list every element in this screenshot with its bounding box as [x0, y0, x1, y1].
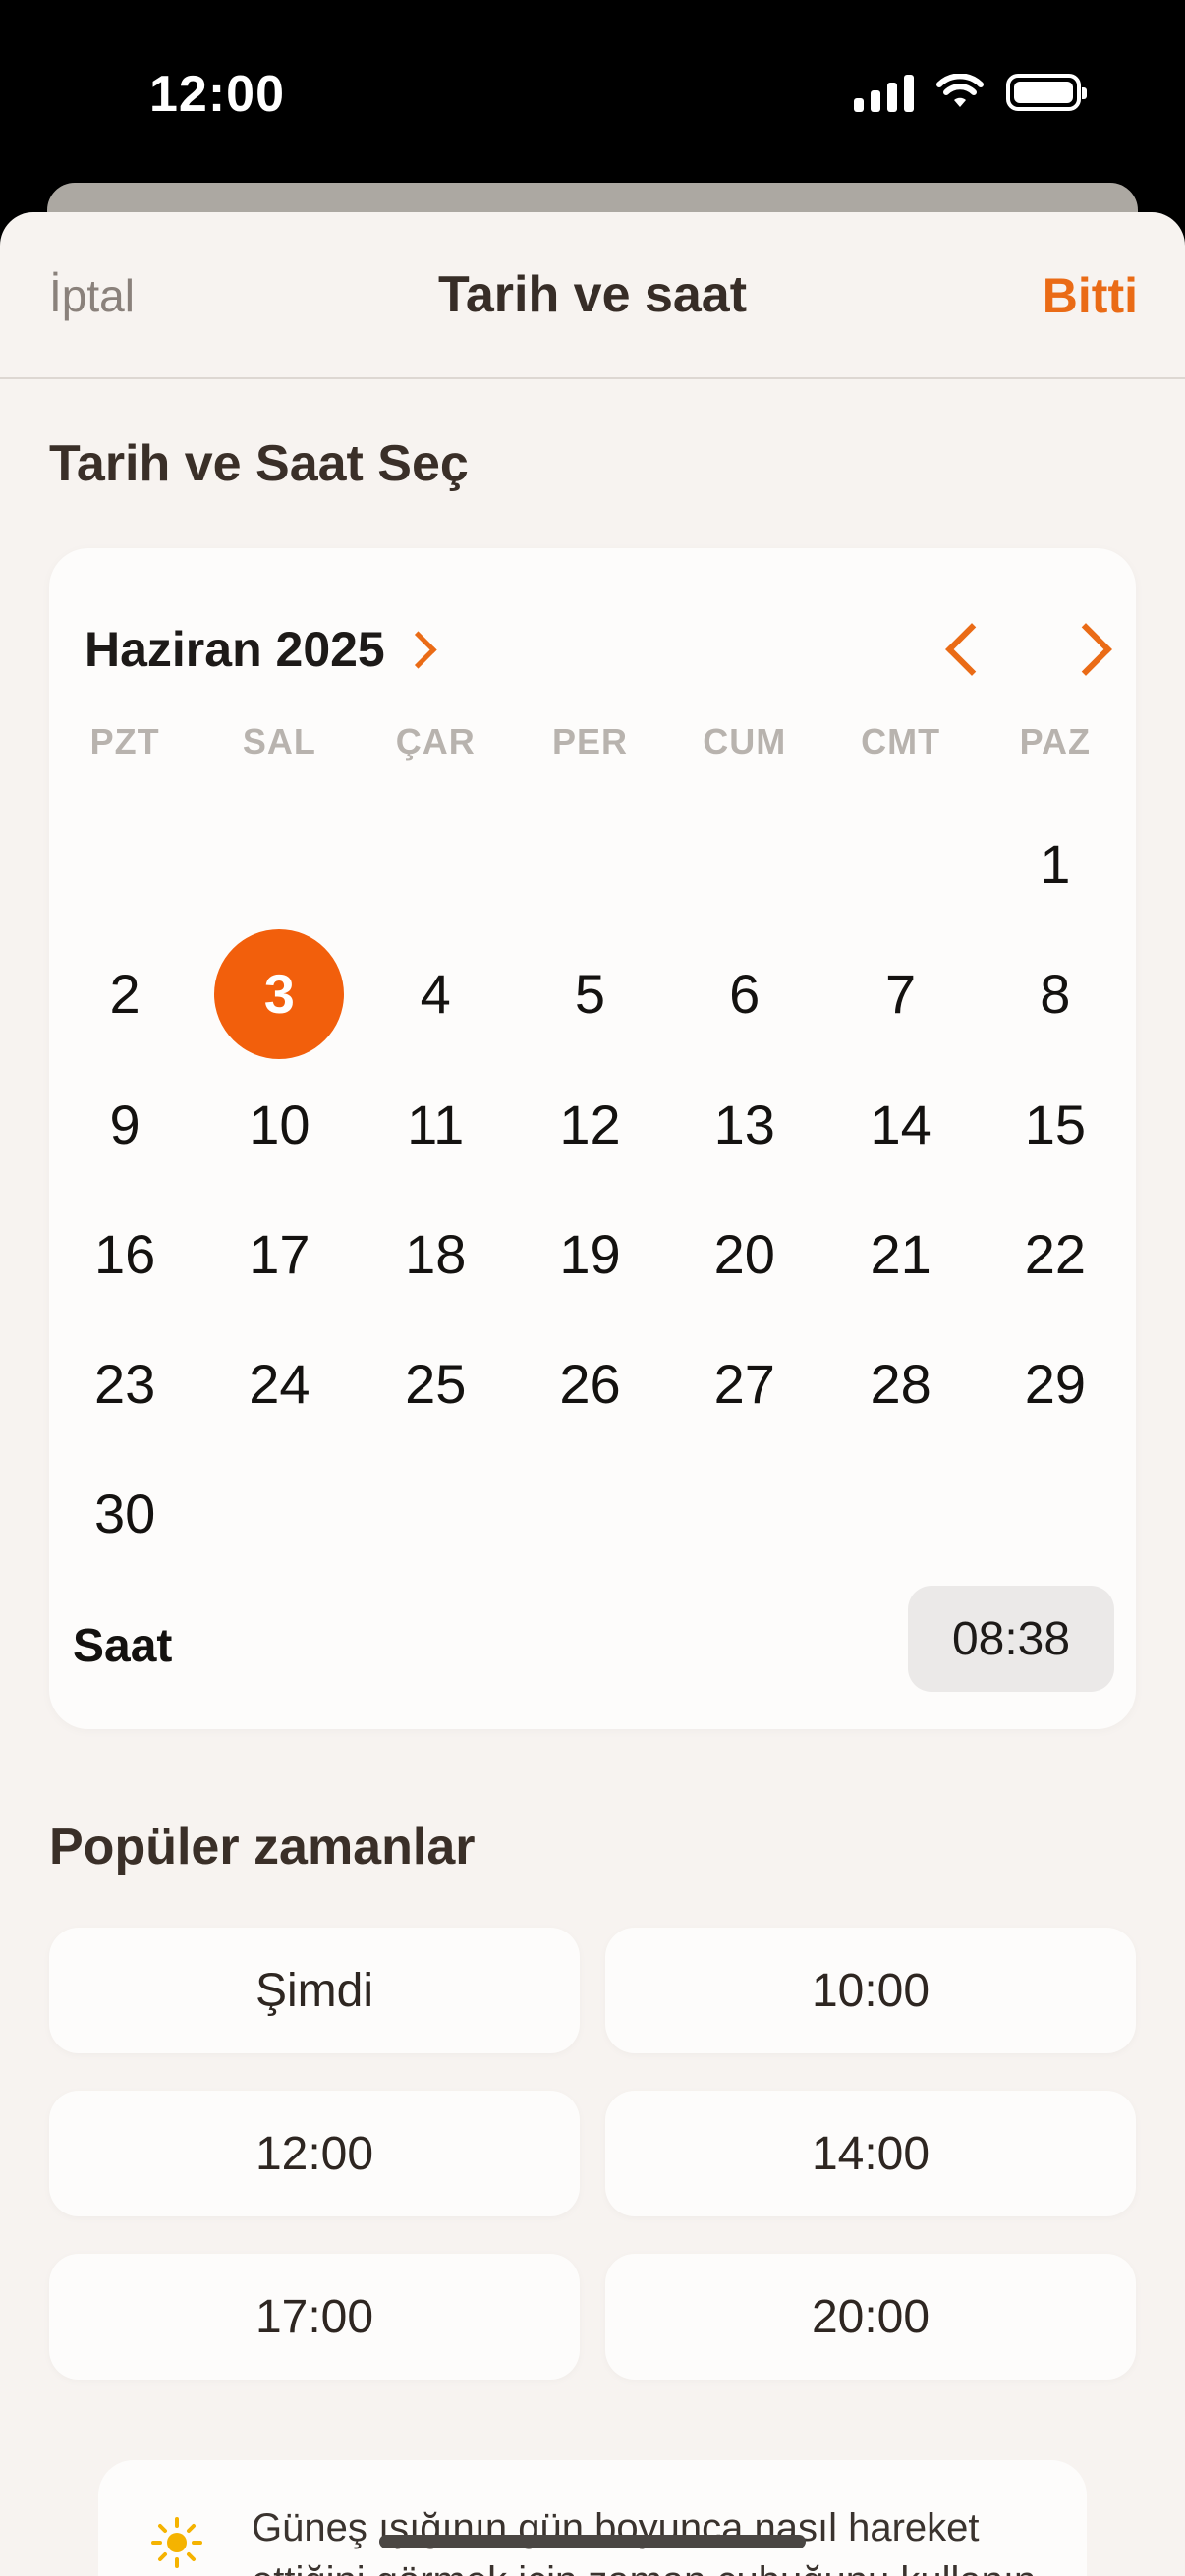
calendar-day[interactable]: 25 [370, 1318, 500, 1448]
calendar-day[interactable]: 10 [214, 1059, 344, 1189]
popular-time-button[interactable]: 14:00 [605, 2091, 1136, 2216]
calendar-day[interactable]: 22 [990, 1189, 1120, 1318]
calendar-day[interactable]: 18 [370, 1189, 500, 1318]
calendar-day[interactable]: 24 [214, 1318, 344, 1448]
selected-day[interactable]: 3 [214, 928, 345, 1059]
status-time: 12:00 [149, 66, 285, 123]
status-icons [854, 73, 1087, 112]
calendar-day[interactable]: 14 [836, 1059, 966, 1189]
calendar-day[interactable]: 11 [370, 1059, 500, 1189]
calendar-day[interactable]: 17 [214, 1189, 344, 1318]
time-label: Saat [73, 1620, 173, 1672]
wifi-icon [936, 74, 984, 107]
section-title-popular: Popüler zamanlar [49, 1819, 476, 1876]
calendar-day[interactable]: 8 [990, 929, 1120, 1059]
calendar-day[interactable]: 5 [525, 929, 654, 1059]
calendar-day[interactable]: 4 [370, 929, 500, 1059]
popular-time-button[interactable]: 10:00 [605, 1928, 1136, 2053]
calendar-card: Haziran 2025 PZT SAL ÇAR PER CUM CMT PAZ 12345… [49, 548, 1136, 1729]
calendar-day[interactable]: 19 [525, 1189, 654, 1318]
calendar-day[interactable]: 13 [680, 1059, 810, 1189]
calendar-day[interactable]: 20 [680, 1189, 810, 1318]
calendar-day[interactable]: 28 [836, 1318, 966, 1448]
calendar-grid: 1 2 3 4 5 6 7 8 9 10 11 12 13 14 15 16 17 18 19 20 21 22 23 24 2… [49, 548, 1136, 1729]
done-button[interactable]: Bitti [1043, 267, 1138, 324]
section-title-date-time: Tarih ve Saat Seç [49, 435, 469, 492]
cellular-signal-icon [854, 73, 914, 112]
calendar-day[interactable]: 2 [60, 929, 190, 1059]
calendar-day[interactable]: 12 [525, 1059, 654, 1189]
calendar-day[interactable]: 6 [680, 929, 810, 1059]
sheet-nav-bar: İptal Tarih ve saat Bitti [0, 212, 1185, 379]
home-indicator[interactable] [379, 2535, 806, 2548]
sheet-title: Tarih ve saat [437, 266, 748, 323]
calendar-day[interactable]: 15 [990, 1059, 1120, 1189]
calendar-day[interactable]: 29 [990, 1318, 1120, 1448]
time-value-button[interactable]: 08:38 [908, 1586, 1114, 1692]
calendar-day[interactable]: 27 [680, 1318, 810, 1448]
calendar-day[interactable]: 26 [525, 1318, 654, 1448]
popular-time-button[interactable]: 17:00 [49, 2254, 580, 2380]
calendar-day[interactable]: 30 [60, 1449, 190, 1579]
calendar-day[interactable]: 9 [60, 1059, 190, 1189]
calendar-day[interactable]: 1 [990, 800, 1120, 929]
tip-card: Güneş ışığının gün boyunca nasıl hareket… [98, 2460, 1087, 2576]
popular-time-button[interactable]: 20:00 [605, 2254, 1136, 2380]
calendar-day[interactable]: 23 [60, 1318, 190, 1448]
date-time-sheet: İptal Tarih ve saat Bitti Tarih ve Saat … [0, 212, 1185, 2576]
status-bar: 12:00 [0, 0, 1185, 187]
calendar-day[interactable]: 7 [836, 929, 966, 1059]
popular-time-button[interactable]: Şimdi [49, 1928, 580, 2053]
popular-time-button[interactable]: 12:00 [49, 2091, 580, 2216]
calendar-day[interactable]: 16 [60, 1189, 190, 1318]
battery-icon [1006, 74, 1087, 111]
sun-icon [151, 2517, 202, 2568]
calendar-day[interactable]: 21 [836, 1189, 966, 1318]
